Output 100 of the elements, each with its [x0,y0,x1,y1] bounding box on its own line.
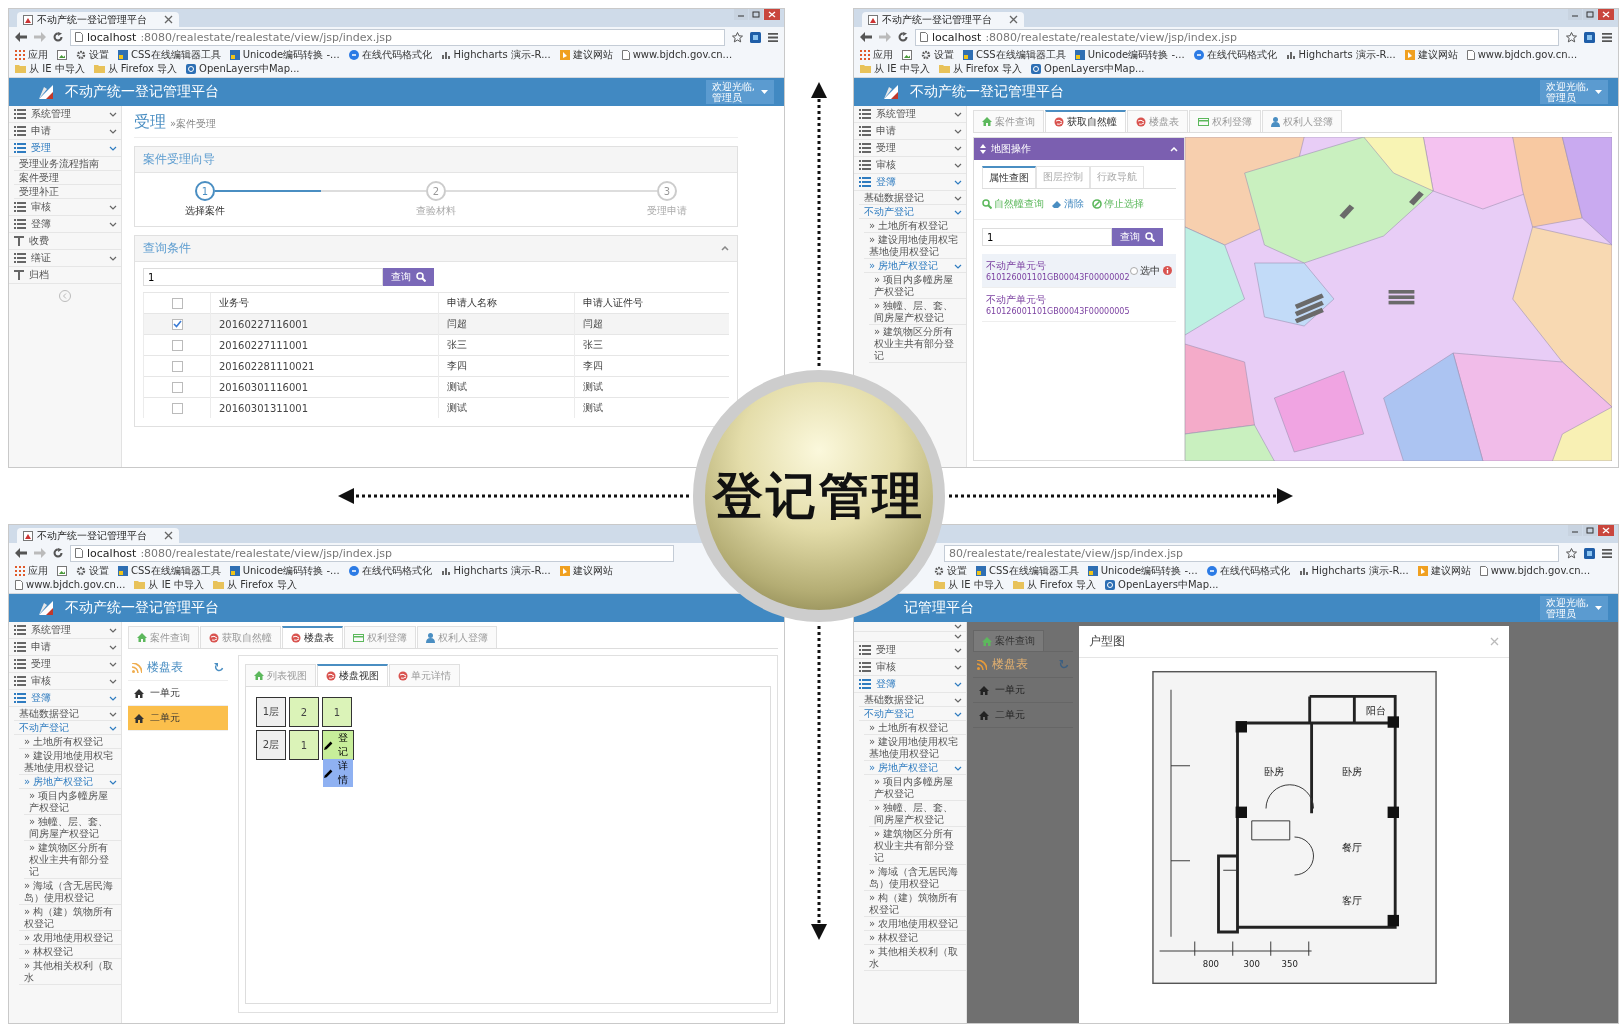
bookmark-link[interactable]: OpenLayers中Map... [1031,62,1145,75]
image-icon[interactable] [57,49,67,60]
close-icon[interactable] [1009,15,1018,24]
sidebar-item[interactable]: 受理补正 [14,185,121,199]
sidebar-item[interactable]: 申请 [854,123,966,140]
extension-icon[interactable] [1584,31,1595,43]
sidebar-item[interactable]: 不动产登记 [859,205,966,219]
sidebar-item[interactable]: 登簿 [9,690,121,707]
sidebar-item[interactable]: » 土地所有权登记 [864,721,966,735]
bookmark-link[interactable]: Highcharts 演示-R... [1298,564,1409,577]
bookmark-link[interactable]: 在线代码格式化 [348,48,432,61]
bookmark-link[interactable]: Highcharts 演示-R... [440,564,551,577]
room-tile[interactable]: 1 [322,697,352,727]
bookmark-link[interactable]: 应用 [15,564,48,577]
menu-icon[interactable] [1602,548,1612,558]
browser-tab[interactable]: 不动产统一登记管理平台 [862,12,1024,27]
sidebar-item[interactable]: 受理 [9,656,121,673]
address-bar[interactable]: localhost :8080/realestate/realestate/view/jsp/index.jsp [915,28,1559,46]
sidebar-item[interactable]: » 独幢、层、套、间房屋产权登记 [869,801,966,827]
bookmark-link[interactable]: Unicode编码转换 -... [1087,564,1198,577]
bookmark-link[interactable]: 在线代码格式化 [348,564,432,577]
sidebar-item[interactable]: » 独幢、层、套、间房屋产权登记 [869,299,966,325]
tab[interactable]: 属性查图 [982,166,1036,188]
sidebar-item[interactable]: 受理 [9,140,121,157]
tab[interactable]: 楼盘视图 [317,664,388,686]
sidebar-item[interactable]: » 建筑物区分所有权业主共有部分登记 [24,841,121,879]
tab[interactable]: 获取自然幢 [1045,110,1126,132]
close-icon[interactable] [164,15,173,24]
sidebar-item[interactable]: 系统管理 [9,622,121,639]
bookmark-link[interactable]: 设置 [76,564,109,577]
sidebar-item[interactable]: » 海域（含无居民海岛）使用权登记 [864,865,966,891]
sidebar-item[interactable]: 收费 [9,233,121,250]
bookmark-link[interactable]: Unicode编码转换 -... [229,48,340,61]
sidebar-item[interactable]: » 建筑物区分所有权业主共有部分登记 [869,325,966,363]
sidebar-item[interactable]: » 建设用地使用权宅基地使用权登记 [864,735,966,761]
browser-tab[interactable]: 不动产统一登记管理平台 [17,12,179,27]
bookmark-link[interactable]: www.bjdch.gov.cn... [15,578,126,591]
bookmark-link[interactable]: CSS在线编辑器工具 [963,48,1066,61]
bookmark-link[interactable]: 从 Firefox 导入 [93,62,178,75]
sidebar-item[interactable]: » 项目内多幢房屋产权登记 [869,273,966,299]
sidebar-item[interactable]: 审核 [854,157,966,174]
sidebar-item[interactable]: » 构（建）筑物所有权登记 [864,891,966,917]
tab[interactable]: 楼盘表 [282,626,343,648]
bookmark-link[interactable]: Highcharts 演示-R... [1285,48,1396,61]
star-icon[interactable] [1566,31,1577,43]
sidebar-item[interactable]: 受理业务流程指南 [14,157,121,171]
bookmark-link[interactable]: Highcharts 演示-R... [440,48,551,61]
checkbox[interactable] [171,402,183,414]
bookmark-link[interactable]: 从 IE 中导入 [15,62,85,75]
sidebar-item[interactable]: 不动产登记 [14,721,121,735]
sidebar-item[interactable]: » 林权登记 [864,931,966,945]
sidebar-item[interactable]: » 建设用地使用权宅基地使用权登记 [19,749,121,775]
sidebar-item[interactable]: 系统管理 [854,106,966,123]
sidebar-item[interactable]: » 建筑物区分所有权业主共有部分登记 [869,827,966,865]
sidebar-item[interactable]: » 房地产权登记 [19,775,121,789]
bookmark-link[interactable]: 从 Firefox 导入 [213,578,297,591]
bookmark-link[interactable]: 建议网站 [559,48,613,61]
action-link[interactable]: 清除 [1052,197,1084,211]
search-field[interactable]: 1 [143,268,383,286]
bookmark-link[interactable]: CSS在线编辑器工具 [976,564,1079,577]
sidebar-item[interactable]: » 其他相关权利（取水 [19,959,121,985]
reload-icon[interactable] [53,548,63,558]
close-icon[interactable] [164,531,173,540]
bookmark-link[interactable]: www.bjdch.gov.cn... [1479,564,1591,577]
room-tile[interactable]: 2 [289,697,319,727]
checkbox[interactable] [171,381,183,393]
sidebar-item[interactable]: » 农用地使用权登记 [864,917,966,931]
result-item[interactable]: 不动产单元号 610126001101GB00043F00000005 [982,288,1176,322]
bookmark-link[interactable]: 应用 [15,48,48,61]
unit-item[interactable]: 二单元 [128,706,228,731]
star-icon[interactable] [1566,547,1577,559]
menu-icon[interactable] [1602,32,1612,42]
search-field[interactable]: 1 [982,228,1112,246]
sidebar-item[interactable]: 登簿 [9,216,121,233]
bookmark-link[interactable]: Unicode编码转换 -... [229,564,340,577]
bookmark-link[interactable]: OpenLayers中Map... [1105,578,1219,591]
sidebar-item[interactable]: 审核 [854,659,966,676]
bookmark-link[interactable]: OpenLayers中Map... [186,62,300,75]
sidebar-item[interactable]: » 构（建）筑物所有权登记 [19,905,121,931]
sidebar-item[interactable]: » 房地产权登记 [864,259,966,273]
sidebar-item[interactable]: 缮证 [9,250,121,267]
bookmark-link[interactable]: 从 Firefox 导入 [1012,578,1097,591]
window-controls-icon[interactable] [734,9,780,21]
sidebar-item[interactable]: 不动产登记 [859,707,966,721]
action-button[interactable]: 登记 [323,731,353,759]
sidebar-item[interactable]: 基础数据登记 [859,693,966,707]
extension-icon[interactable] [1584,547,1595,559]
star-icon[interactable] [732,31,743,43]
sidebar-item[interactable]: » 项目内多幢房屋产权登记 [869,775,966,801]
info-icon[interactable] [1163,266,1172,275]
bookmark-link[interactable]: 应用 [860,48,893,61]
action-button[interactable]: 详情 [323,759,353,787]
window-controls-icon[interactable] [1568,525,1614,537]
extension-icon[interactable] [750,31,761,43]
sidebar-item[interactable]: 案件受理 [14,171,121,185]
bookmark-link[interactable]: 设置 [76,48,109,61]
back-icon[interactable] [15,32,27,42]
sidebar-item[interactable]: 受理 [854,642,966,659]
bookmark-link[interactable]: 从 IE 中导入 [860,62,930,75]
sidebar-item[interactable]: 审核 [9,673,121,690]
